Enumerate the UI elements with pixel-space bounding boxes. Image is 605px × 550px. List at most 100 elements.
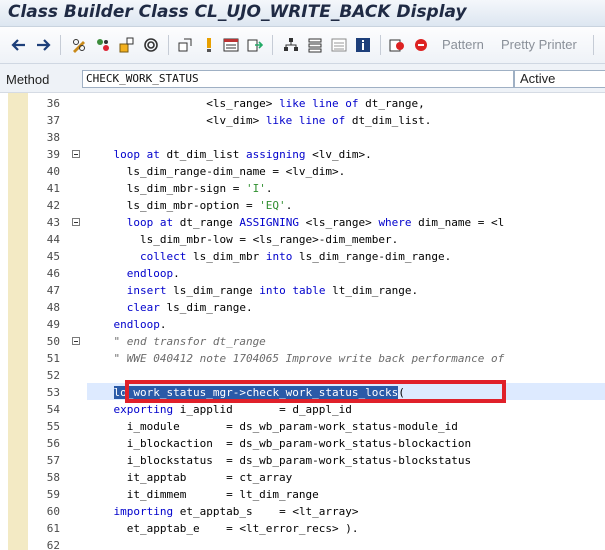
code-line[interactable]: 45 collect ls_dim_mbr into ls_dim_range-… bbox=[0, 248, 605, 265]
code-text[interactable]: i_blockstatus = ds_wb_param-work_status-… bbox=[87, 452, 471, 469]
code-token: ls_dim_range-dim_name = <lv_dim>. bbox=[87, 165, 346, 178]
code-text[interactable]: i_module = ds_wb_param-work_status-modul… bbox=[87, 418, 458, 435]
code-text[interactable]: loop at dt_dim_list assigning <lv_dim>. bbox=[87, 146, 372, 163]
code-text[interactable]: insert ls_dim_range into table lt_dim_ra… bbox=[87, 282, 418, 299]
code-token: dt_dim_list. bbox=[345, 114, 432, 127]
code-line[interactable]: 44 ls_dim_mbr-low = <ls_range>-dim_membe… bbox=[0, 231, 605, 248]
code-text[interactable]: " WWE 040412 note 1704065 Improve write … bbox=[87, 350, 504, 367]
method-row: Method CHECK_WORK_STATUS Active bbox=[0, 64, 605, 93]
code-line[interactable]: 49 endloop. bbox=[0, 316, 605, 333]
code-line[interactable]: 40 ls_dim_range-dim_name = <lv_dim>. bbox=[0, 163, 605, 180]
window-title: Class Builder Class CL_UJO_WRITE_BACK Di… bbox=[8, 2, 467, 22]
code-token: like line of bbox=[265, 114, 346, 127]
where-used-icon[interactable] bbox=[142, 36, 160, 54]
highlight-annotation-box bbox=[125, 380, 506, 403]
hierarchy-icon[interactable] bbox=[118, 36, 136, 54]
code-token: 'EQ' bbox=[259, 199, 286, 212]
line-number: 58 bbox=[46, 471, 60, 484]
code-line[interactable]: 58 it_apptab = ct_array bbox=[0, 469, 605, 486]
code-token: clear bbox=[126, 301, 160, 314]
window-icon[interactable] bbox=[222, 36, 240, 54]
code-line[interactable]: 47 insert ls_dim_range into table lt_dim… bbox=[0, 282, 605, 299]
code-line[interactable]: 55 i_module = ds_wb_param-work_status-mo… bbox=[0, 418, 605, 435]
code-text[interactable]: ls_dim_mbr-option = 'EQ'. bbox=[87, 197, 293, 214]
code-line[interactable]: 36 <ls_range> like line of dt_range, bbox=[0, 95, 605, 112]
code-line[interactable]: 46 endloop. bbox=[0, 265, 605, 282]
code-line[interactable]: 42 ls_dim_mbr-option = 'EQ'. bbox=[0, 197, 605, 214]
code-text[interactable]: " end transfor dt_range bbox=[87, 333, 265, 350]
collapse-block-icon[interactable] bbox=[72, 150, 80, 158]
code-line[interactable]: 62 bbox=[0, 537, 605, 550]
debug-icon[interactable] bbox=[412, 36, 430, 54]
code-line[interactable]: 38 bbox=[0, 129, 605, 146]
pencil-glasses-icon[interactable] bbox=[70, 36, 88, 54]
line-number: 52 bbox=[46, 369, 60, 382]
code-line[interactable]: 56 i_blockaction = ds_wb_param-work_stat… bbox=[0, 435, 605, 452]
back-arrow-icon[interactable] bbox=[10, 36, 28, 54]
code-token: <ls_range> bbox=[298, 216, 379, 229]
line-number: 55 bbox=[46, 420, 60, 433]
code-text[interactable]: it_dimmem = lt_dim_range bbox=[87, 486, 319, 503]
code-token: it_apptab = ct_array bbox=[87, 471, 293, 484]
line-number: 57 bbox=[46, 454, 60, 467]
code-line[interactable]: 61 et_apptab_e = <lt_error_recs> ). bbox=[0, 520, 605, 537]
code-text[interactable]: ls_dim_mbr-low = <ls_range>-dim_member. bbox=[87, 231, 398, 248]
code-text[interactable]: et_apptab_e = <lt_error_recs> ). bbox=[87, 520, 359, 537]
code-line[interactable]: 48 clear ls_dim_range. bbox=[0, 299, 605, 316]
line-number: 41 bbox=[46, 182, 60, 195]
code-text[interactable]: clear ls_dim_range. bbox=[87, 299, 253, 316]
code-line[interactable]: 41 ls_dim_mbr-sign = 'I'. bbox=[0, 180, 605, 197]
info-icon[interactable] bbox=[354, 36, 372, 54]
code-text[interactable]: endloop. bbox=[87, 316, 167, 333]
code-text[interactable]: ls_dim_range-dim_name = <lv_dim>. bbox=[87, 163, 346, 180]
line-number: 51 bbox=[46, 352, 60, 365]
pattern-button[interactable]: Pattern bbox=[442, 37, 484, 52]
method-name-field[interactable]: CHECK_WORK_STATUS bbox=[82, 70, 514, 88]
stack-icon[interactable] bbox=[306, 36, 324, 54]
line-number: 36 bbox=[46, 97, 60, 110]
code-line[interactable]: 39 loop at dt_dim_list assigning <lv_dim… bbox=[0, 146, 605, 163]
code-text[interactable]: loop at dt_range ASSIGNING <ls_range> wh… bbox=[87, 214, 505, 231]
code-token: ls_dim_mbr bbox=[186, 250, 266, 263]
code-text[interactable]: importing et_apptab_s = <lt_array> bbox=[87, 503, 359, 520]
code-token: i_blockstatus = ds_wb_param-work_status-… bbox=[87, 454, 472, 467]
code-line[interactable]: 51 " WWE 040412 note 1704065 Improve wri… bbox=[0, 350, 605, 367]
code-text[interactable]: it_apptab = ct_array bbox=[87, 469, 293, 486]
code-line[interactable]: 57 i_blockstatus = ds_wb_param-work_stat… bbox=[0, 452, 605, 469]
code-text[interactable]: collect ls_dim_mbr into ls_dim_range-dim… bbox=[87, 248, 451, 265]
tree-icon[interactable] bbox=[282, 36, 300, 54]
code-text[interactable]: endloop. bbox=[87, 265, 180, 282]
line-number: 40 bbox=[46, 165, 60, 178]
code-token: loop at bbox=[126, 216, 174, 229]
code-line[interactable]: 50 " end transfor dt_range bbox=[0, 333, 605, 350]
code-token: et_apptab_s = <lt_array> bbox=[173, 505, 359, 518]
activate-icon[interactable] bbox=[94, 36, 112, 54]
breakpoint-icon[interactable] bbox=[388, 36, 406, 54]
code-line[interactable]: 43 loop at dt_range ASSIGNING <ls_range>… bbox=[0, 214, 605, 231]
code-line[interactable]: 37 <lv_dim> like line of dt_dim_list. bbox=[0, 112, 605, 129]
export-icon[interactable] bbox=[246, 36, 264, 54]
code-text[interactable]: i_blockaction = ds_wb_param-work_status-… bbox=[87, 435, 471, 452]
code-editor[interactable]: 36 <ls_range> like line of dt_range, 37 <… bbox=[0, 93, 605, 550]
list-icon[interactable] bbox=[330, 36, 348, 54]
collapse-block-icon[interactable] bbox=[72, 218, 80, 226]
navigate-icon[interactable] bbox=[176, 36, 194, 54]
code-text[interactable]: ls_dim_mbr-sign = 'I'. bbox=[87, 180, 273, 197]
collapse-block-icon[interactable] bbox=[72, 337, 80, 345]
code-text[interactable]: <ls_range> like line of dt_range, bbox=[87, 95, 425, 112]
code-token: importing bbox=[113, 505, 174, 518]
code-token: ls_dim_mbr-low = <ls_range>-dim_member. bbox=[87, 233, 399, 246]
code-line[interactable]: 59 it_dimmem = lt_dim_range bbox=[0, 486, 605, 503]
lamp-icon[interactable] bbox=[200, 36, 218, 54]
pretty-printer-button[interactable]: Pretty Printer bbox=[501, 37, 577, 52]
code-line[interactable]: 54 exporting i_applid = d_appl_id bbox=[0, 401, 605, 418]
code-text[interactable]: <lv_dim> like line of dt_dim_list. bbox=[87, 112, 431, 129]
code-text[interactable]: exporting i_applid = d_appl_id bbox=[87, 401, 352, 418]
code-line[interactable]: 60 importing et_apptab_s = <lt_array> bbox=[0, 503, 605, 520]
forward-arrow-icon[interactable] bbox=[34, 36, 52, 54]
code-token: loop at bbox=[113, 148, 160, 161]
code-token: exporting bbox=[113, 403, 174, 416]
